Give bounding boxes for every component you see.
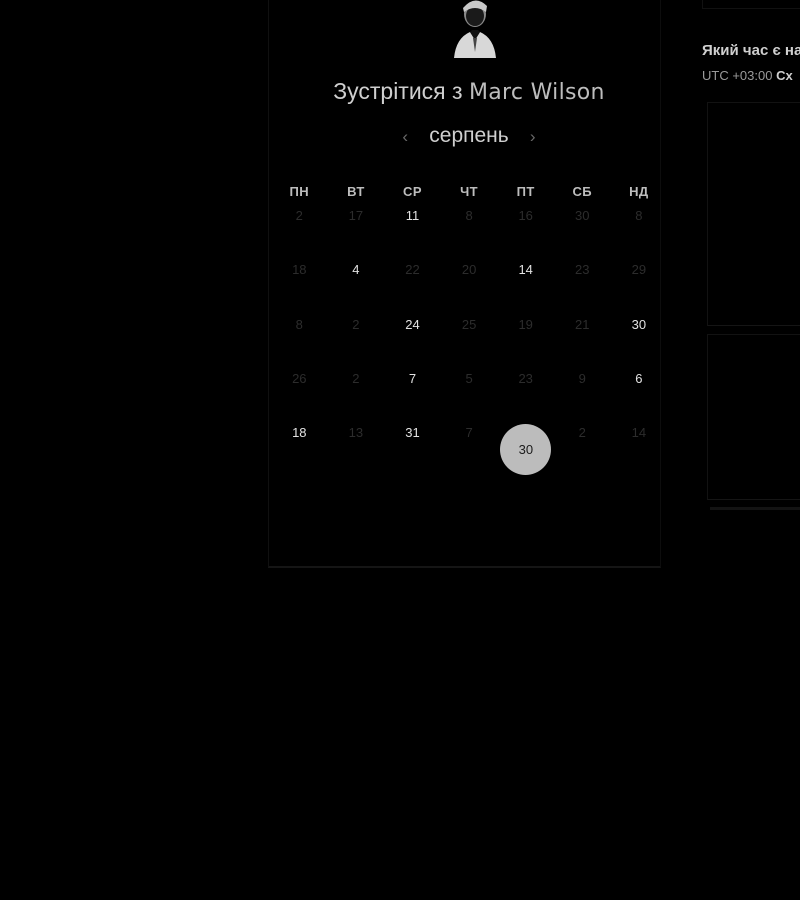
day-number: 7 — [465, 425, 473, 441]
day-number: 24 — [405, 316, 420, 332]
day-number: 8 — [295, 316, 303, 332]
calendar-day: 25 — [441, 306, 498, 360]
host-avatar — [454, 0, 496, 58]
calendar-day: 18 — [271, 251, 328, 305]
day-number: 8 — [465, 208, 473, 223]
calendar-day[interactable]: 31 — [384, 414, 441, 468]
calendar-day: 23 — [497, 360, 554, 414]
calendar-day: 9 — [554, 360, 611, 414]
panel-divider — [702, 0, 800, 9]
day-number: 30 — [500, 424, 552, 476]
calendar-day: 2 — [328, 306, 385, 360]
month-navigation: ‹ серпень › — [268, 124, 670, 148]
day-number: 13 — [348, 425, 364, 441]
day-number: 11 — [405, 208, 420, 223]
calendar-day: 5 — [441, 360, 498, 414]
day-number: 2 — [295, 208, 303, 223]
day-number: 20 — [461, 262, 477, 278]
calendar-day: 8 — [611, 197, 668, 251]
calendar-day: 17 — [328, 197, 385, 251]
day-number: 29 — [631, 262, 647, 278]
day-number: 5 — [465, 370, 473, 386]
day-number: 14 — [631, 425, 647, 441]
day-number: 21 — [575, 316, 590, 332]
day-number: 23 — [575, 262, 590, 278]
calendar-day: 2 — [271, 197, 328, 251]
calendar-day: 21 — [554, 306, 611, 360]
calendar-day: 2 — [328, 360, 385, 414]
day-number: 2 — [352, 316, 360, 332]
calendar-day[interactable]: 24 — [384, 306, 441, 360]
chevron-right-icon[interactable]: › — [527, 128, 539, 145]
month-label: серпень — [429, 124, 509, 147]
day-number: 9 — [578, 370, 586, 386]
host-name: Marc Wilson — [468, 80, 605, 105]
day-number: 19 — [518, 316, 533, 332]
calendar-day: 8 — [271, 306, 328, 360]
day-number: 23 — [518, 370, 533, 386]
calendar-day: 7 — [441, 414, 498, 468]
day-number: 6 — [635, 370, 643, 386]
day-number: 18 — [292, 425, 307, 441]
day-number: 31 — [405, 425, 420, 441]
day-number: 8 — [635, 208, 643, 223]
timezone-value[interactable]: UTC +03:00 Сх — [702, 68, 793, 83]
calendar-day: 8 — [441, 197, 498, 251]
calendar-day: 26 — [271, 360, 328, 414]
calendar-day-selected[interactable]: 30 — [497, 414, 554, 476]
calendar-day[interactable]: 11 — [384, 197, 441, 251]
time-slot-panel — [707, 334, 800, 500]
calendar-day: 13 — [328, 414, 385, 468]
calendar-day: 23 — [554, 251, 611, 305]
day-number: 18 — [292, 262, 307, 278]
day-number: 16 — [518, 208, 533, 223]
scheduling-page: Зустрітися з Marc Wilson ‹ серпень › ПН В… — [0, 0, 800, 900]
day-number: 30 — [575, 208, 590, 223]
calendar-day: 16 — [497, 197, 554, 251]
day-number: 26 — [292, 370, 307, 386]
calendar-day: 19 — [497, 306, 554, 360]
calendar-day[interactable]: 4 — [328, 251, 385, 305]
calendar-day: 30 — [554, 197, 611, 251]
calendar-day: 22 — [384, 251, 441, 305]
timezone-offset: UTC +03:00 — [702, 68, 773, 83]
day-number: 2 — [352, 370, 360, 386]
timezone-question: Який час є на — [702, 42, 800, 59]
day-number: 25 — [461, 316, 477, 332]
day-number: 22 — [405, 262, 420, 278]
day-number: 14 — [518, 262, 533, 278]
calendar-day[interactable]: 7 — [384, 360, 441, 414]
calendar-day: 20 — [441, 251, 498, 305]
day-number: 30 — [631, 316, 647, 332]
title-prefix: Зустрітися з — [333, 78, 463, 104]
page-title: Зустрітися з Marc Wilson — [268, 78, 670, 105]
calendar-grid: 2 17 11 8 16 30 8 18 4 22 20 14 23 29 8 2 24 25 19 21 30 26 2 7… — [271, 197, 668, 476]
calendar-day: 29 — [611, 251, 668, 305]
calendar-day[interactable]: 6 — [611, 360, 668, 414]
day-number: 7 — [408, 370, 417, 386]
calendar-day[interactable]: 14 — [497, 251, 554, 305]
panel-divider — [710, 507, 800, 510]
chevron-left-icon[interactable]: ‹ — [399, 128, 411, 145]
time-slot-panel — [707, 102, 800, 326]
timezone-name: Сх — [776, 68, 793, 83]
calendar-day[interactable]: 30 — [611, 306, 668, 360]
calendar-day[interactable]: 18 — [271, 414, 328, 468]
day-number: 4 — [352, 262, 360, 278]
calendar-day: 2 — [554, 414, 611, 468]
day-number: 17 — [348, 208, 364, 223]
day-number: 2 — [578, 425, 586, 441]
calendar-day: 14 — [611, 414, 668, 468]
